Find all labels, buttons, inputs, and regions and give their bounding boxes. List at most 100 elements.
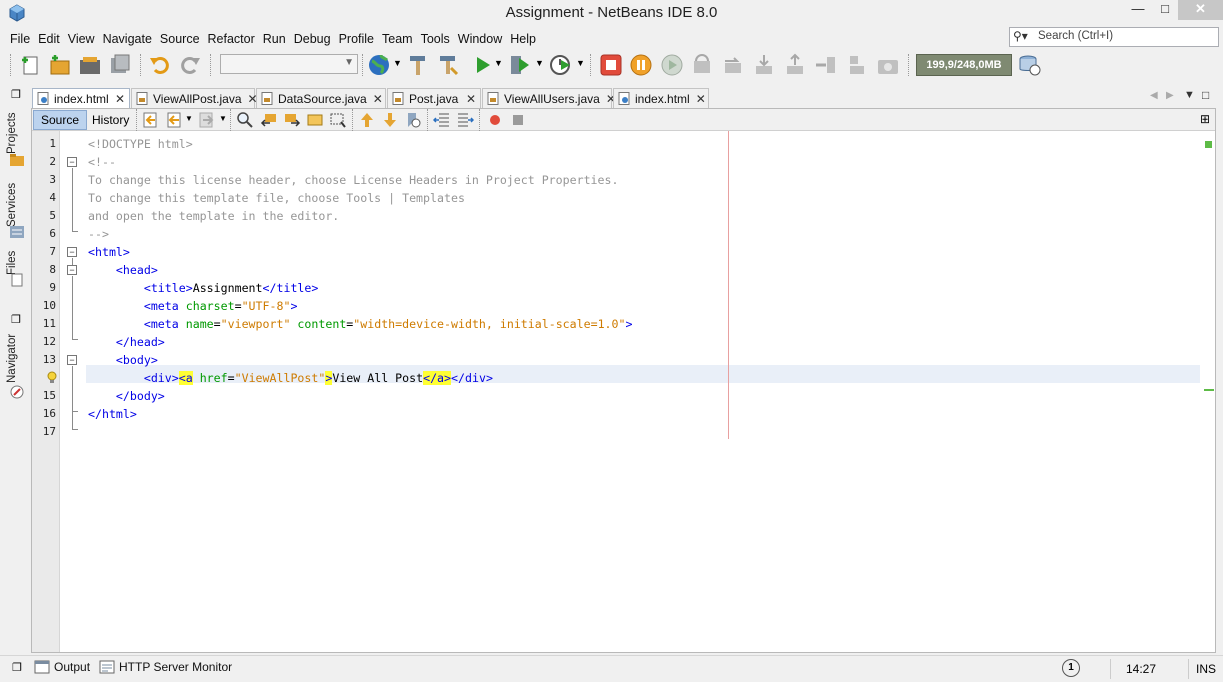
tab-index-html-2[interactable]: index.html ✕ — [613, 88, 709, 108]
tab-services[interactable]: Services — [6, 179, 26, 231]
browser-globe-icon[interactable] — [367, 52, 393, 78]
save-all-icon[interactable] — [107, 52, 133, 78]
menu-tools[interactable]: Tools — [417, 29, 454, 49]
start-macro-recording-icon[interactable] — [486, 111, 504, 129]
tab-navigator[interactable]: Navigator — [6, 330, 26, 386]
chevron-down-icon[interactable]: ▼ — [219, 114, 227, 123]
close-icon[interactable]: ✕ — [460, 92, 476, 106]
find-previous-icon[interactable] — [260, 111, 278, 129]
scroll-right-icon[interactable]: ▶ — [1166, 90, 1174, 101]
history-button[interactable]: History — [84, 110, 137, 130]
tab-viewallpost-java[interactable]: ViewAllPost.java ✕ — [131, 88, 258, 108]
run-icon[interactable] — [470, 52, 496, 78]
fold-toggle[interactable]: − — [67, 157, 77, 167]
show-opened-documents-icon[interactable]: ▼ — [1184, 89, 1195, 101]
search-box[interactable]: ⚲▾ Search (Ctrl+I) — [1009, 27, 1219, 47]
menu-refactor[interactable]: Refactor — [204, 29, 259, 49]
debug-icon[interactable] — [507, 52, 533, 78]
step-out-icon[interactable] — [782, 52, 808, 78]
tab-index-html[interactable]: index.html ✕ — [32, 88, 130, 108]
back-icon[interactable] — [166, 111, 184, 129]
search-icon[interactable]: ⚲▾ — [1013, 29, 1037, 45]
next-bookmark-icon[interactable] — [381, 111, 399, 129]
http-server-monitor-tab[interactable]: HTTP Server Monitor — [99, 660, 232, 674]
shift-line-right-icon[interactable] — [456, 111, 474, 129]
menu-file[interactable]: File — [6, 29, 34, 49]
take-snapshot-icon[interactable] — [875, 52, 901, 78]
chevron-down-icon[interactable]: ▼ — [535, 58, 544, 68]
close-icon[interactable]: ✕ — [109, 92, 125, 106]
output-tab[interactable]: Output — [34, 660, 90, 674]
fold-end — [72, 231, 78, 232]
menu-profile[interactable]: Profile — [335, 29, 378, 49]
toggle-bookmark-icon[interactable] — [404, 111, 422, 129]
tab-projects[interactable]: Projects — [6, 107, 26, 159]
error-stripe[interactable] — [1202, 131, 1215, 652]
new-file-icon[interactable] — [17, 52, 43, 78]
undo-icon[interactable] — [147, 52, 173, 78]
pause-icon[interactable] — [628, 52, 654, 78]
close-icon[interactable]: ✕ — [367, 92, 383, 106]
open-project-icon[interactable] — [77, 52, 103, 78]
tab-label: Post.java — [409, 91, 459, 106]
minimize-button[interactable]: — — [1124, 0, 1152, 20]
garbage-collect-icon[interactable] — [1016, 52, 1042, 78]
menu-run[interactable]: Run — [259, 29, 290, 49]
find-next-icon[interactable] — [283, 111, 301, 129]
menu-debug[interactable]: Debug — [290, 29, 335, 49]
toggle-rectangular-selection-icon[interactable] — [329, 111, 347, 129]
clean-build-icon[interactable] — [435, 52, 461, 78]
tab-datasource-java[interactable]: DataSource.java ✕ — [256, 88, 386, 108]
split-editor-icon[interactable]: ⊞ — [1200, 112, 1210, 126]
menu-edit[interactable]: Edit — [34, 29, 64, 49]
chevron-down-icon[interactable]: ▼ — [576, 58, 585, 68]
stop-icon[interactable] — [598, 52, 624, 78]
menu-view[interactable]: View — [64, 29, 99, 49]
menu-help[interactable]: Help — [506, 29, 540, 49]
tab-viewallusers-java[interactable]: ViewAllUsers.java ✕ — [482, 88, 616, 108]
menu-team[interactable]: Team — [378, 29, 417, 49]
step-over-expression-icon[interactable] — [720, 52, 746, 78]
profile-icon[interactable] — [548, 52, 574, 78]
maximize-button[interactable]: □ — [1152, 0, 1178, 20]
notifications-icon[interactable]: 1 — [1062, 659, 1080, 677]
source-button[interactable]: Source — [33, 110, 88, 130]
build-hammer-icon[interactable] — [405, 52, 431, 78]
close-button[interactable]: ✕ — [1178, 0, 1223, 20]
minimize-group-icon[interactable]: ❐ — [11, 313, 21, 326]
previous-bookmark-icon[interactable] — [358, 111, 376, 129]
stop-macro-recording-icon[interactable] — [509, 111, 527, 129]
last-edit-icon[interactable] — [142, 111, 160, 129]
chevron-down-icon[interactable]: ▼ — [494, 58, 503, 68]
step-over-icon[interactable] — [689, 52, 715, 78]
maximize-window-icon[interactable]: □ — [1202, 88, 1209, 102]
tab-post-java[interactable]: Post.java ✕ — [387, 88, 481, 108]
fold-toggle[interactable]: − — [67, 355, 77, 365]
fold-toggle[interactable]: − — [67, 247, 77, 257]
menu-source[interactable]: Source — [156, 29, 204, 49]
minimize-group-icon[interactable]: ❐ — [12, 661, 22, 674]
hint-lightbulb-icon[interactable] — [46, 371, 58, 385]
shift-line-left-icon[interactable] — [433, 111, 451, 129]
code-area[interactable]: <!DOCTYPE html> <!-- To change this lice… — [86, 131, 1206, 652]
memory-usage-meter[interactable]: 199,9/248,0MB — [916, 54, 1012, 76]
toggle-highlight-search-icon[interactable] — [306, 111, 324, 129]
chevron-down-icon[interactable]: ▼ — [393, 58, 402, 68]
menu-window[interactable]: Window — [454, 29, 506, 49]
chevron-down-icon[interactable]: ▼ — [185, 114, 193, 123]
new-project-icon[interactable] — [47, 52, 73, 78]
continue-icon[interactable] — [659, 52, 685, 78]
scroll-left-icon[interactable]: ◀ — [1150, 90, 1158, 101]
close-icon[interactable]: ✕ — [690, 92, 706, 106]
fold-toggle[interactable]: − — [67, 265, 77, 275]
apply-code-changes-icon[interactable] — [844, 52, 870, 78]
menu-navigate[interactable]: Navigate — [99, 29, 156, 49]
configuration-dropdown[interactable]: ▼ — [220, 54, 358, 74]
line-marker[interactable] — [1204, 389, 1214, 391]
forward-icon[interactable] — [198, 111, 216, 129]
minimize-group-icon[interactable]: ❐ — [11, 88, 21, 101]
run-to-cursor-icon[interactable] — [813, 52, 839, 78]
find-selection-icon[interactable] — [236, 111, 254, 129]
step-into-icon[interactable] — [751, 52, 777, 78]
redo-icon[interactable] — [177, 52, 203, 78]
